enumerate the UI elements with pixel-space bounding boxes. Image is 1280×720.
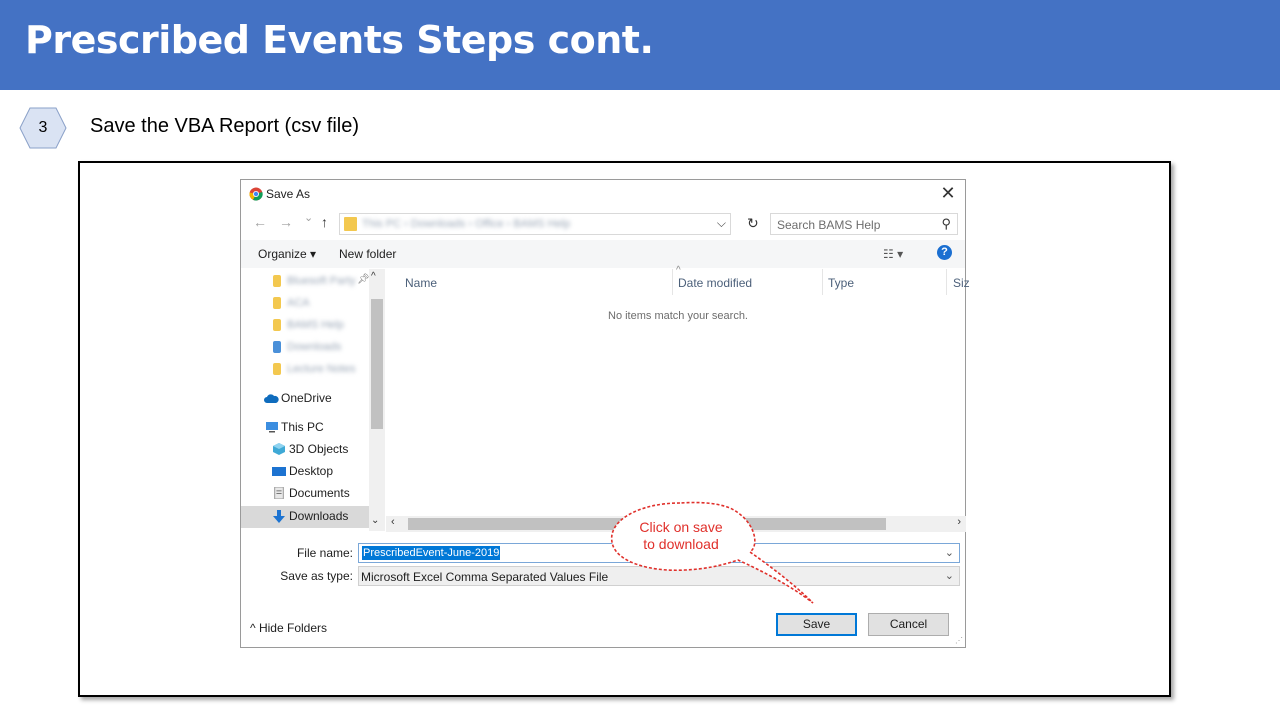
close-icon[interactable]: ✕ [939,183,957,204]
column-date-modified[interactable]: Date modified [678,276,752,290]
quick-access-item[interactable]: BAMS Help [287,319,344,331]
column-name[interactable]: Name [405,276,437,290]
search-icon: ⚲ [941,216,951,231]
save-type-value: Microsoft Excel Comma Separated Values F… [361,570,609,584]
column-divider[interactable] [672,269,673,295]
quick-access-item[interactable]: ACA [287,297,310,309]
view-options-icon[interactable]: ☷ ▾ [883,247,903,261]
back-arrow-icon[interactable]: ← [253,214,267,230]
callout-text: Click on save to download [620,519,742,553]
slide-title: Prescribed Events Steps cont. [25,18,654,62]
address-bar[interactable]: This PC › Downloads › Office › BAMS Help… [339,213,731,235]
column-type[interactable]: Type [828,276,854,290]
hide-folders-toggle[interactable]: ^ Hide Folders [250,621,327,635]
nav-documents[interactable]: Documents [289,486,350,500]
quick-access-item[interactable]: Downloads [287,341,341,353]
folder-icon [273,319,281,331]
folder-icon [273,275,281,287]
dialog-toolbar: Organize ▾ New folder ☷ ▾ ? [241,240,965,268]
resize-grip-icon[interactable]: ⋰ [955,636,963,645]
nav-3d-objects[interactable]: 3D Objects [289,442,348,456]
new-folder-button[interactable]: New folder [339,247,396,261]
step-description: Save the VBA Report (csv file) [90,115,360,137]
empty-list-message: No items match your search. [608,310,748,322]
forward-arrow-icon[interactable]: → [279,214,293,230]
chevron-up-icon[interactable]: ^ [371,271,376,282]
file-name-value: PrescribedEvent-June-2019 [362,546,501,560]
chevron-down-icon[interactable]: ⌵ [717,216,726,231]
nav-downloads[interactable]: Downloads [289,509,348,523]
chrome-icon [249,187,263,201]
download-arrow-icon [273,510,285,523]
hide-folders-label: Hide Folders [258,621,327,635]
dialog-title-bar: Save As ✕ [241,180,965,208]
documents-icon [274,487,284,499]
chevron-right-icon[interactable]: › [957,516,961,528]
sort-caret-icon: ^ [676,265,681,276]
file-list-header: ^ Name Date modified Type Siz [386,265,970,297]
cancel-button[interactable]: Cancel [868,613,949,636]
file-name-label: File name: [296,546,353,560]
search-input[interactable]: Search BAMS Help ⚲ [770,213,958,235]
help-icon[interactable]: ? [937,245,952,260]
navigation-pane: Bluesoft Party 📌︎ ACA BAMS Help Download… [241,269,386,531]
organize-menu[interactable]: Organize ▾ [258,247,316,261]
step-badge: 3 [18,107,68,149]
nav-onedrive[interactable]: OneDrive [281,391,332,405]
chevron-up-icon: ^ [250,621,259,635]
folder-icon [273,297,281,309]
recent-locations-icon[interactable]: ⌄ [304,211,313,224]
column-divider[interactable] [946,269,947,295]
chevron-down-icon[interactable]: ⌄ [945,546,954,559]
refresh-icon[interactable]: ↻ [747,215,759,232]
chevron-down-icon[interactable]: ⌄ [945,569,954,582]
chevron-left-icon[interactable]: ‹ [391,516,395,528]
navigation-row: ← → ⌄ ↑ This PC › Downloads › Office › B… [241,212,965,236]
save-type-label: Save as type: [280,569,353,583]
pin-icon: 📌︎ [357,274,370,285]
this-pc-icon [266,422,278,433]
onedrive-icon [264,394,279,403]
scrollbar-thumb[interactable] [371,299,383,429]
column-size[interactable]: Siz [953,276,970,290]
slide-title-bar: Prescribed Events Steps cont. [0,0,1280,90]
chevron-down-icon[interactable]: ⌄ [371,515,379,526]
folder-icon [344,217,357,231]
downloads-folder-icon [273,341,281,353]
up-arrow-icon[interactable]: ↑ [321,214,328,230]
nav-this-pc[interactable]: This PC [281,420,324,434]
address-path-blurred: This PC › Downloads › Office › BAMS Help [362,218,571,230]
callout-line-1: Click on save [639,519,723,535]
nav-pane-scrollbar[interactable]: ^ ⌄ [369,269,385,531]
dialog-title: Save As [266,187,311,201]
callout-line-2: to download [643,536,719,552]
search-placeholder: Search BAMS Help [777,218,881,232]
column-divider[interactable] [822,269,823,295]
step-number: 3 [38,119,48,136]
folder-icon [273,363,281,375]
quick-access-item[interactable]: Bluesoft Party [287,275,355,287]
nav-desktop[interactable]: Desktop [289,464,333,478]
save-button[interactable]: Save [776,613,857,636]
quick-access-item[interactable]: Lecture Notes [287,363,355,375]
desktop-icon [272,467,286,476]
3d-objects-icon [273,443,285,455]
callout-bubble [611,501,814,604]
